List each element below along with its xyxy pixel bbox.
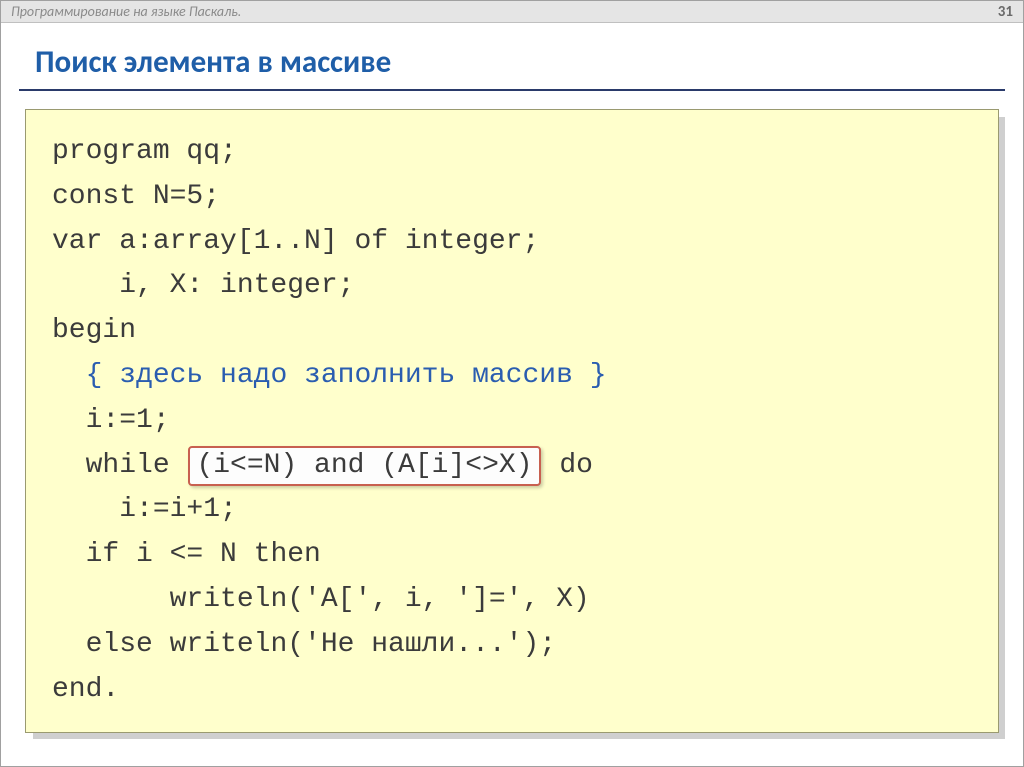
code-comment: { здесь надо заполнить массив } xyxy=(86,360,607,391)
code-line: do xyxy=(559,450,593,481)
code-line: if i <= N then xyxy=(86,539,321,570)
code-box: program qq; const N=5; var a:array[1..N]… xyxy=(25,109,999,733)
code-line: begin xyxy=(52,315,136,346)
code-line: i, X: integer; xyxy=(52,270,354,301)
code-line: var a:array[1..N] of integer; xyxy=(52,226,539,257)
course-title: Программирование на языке Паскаль. xyxy=(11,3,241,20)
page-number: 31 xyxy=(998,3,1013,21)
heading-rule xyxy=(19,89,1005,91)
code-line: writeln('A[', i, ']=', X) xyxy=(170,584,590,615)
code-line: end. xyxy=(52,674,119,705)
code-line: i:=1; xyxy=(86,405,170,436)
slide: Программирование на языке Паскаль. 31 По… xyxy=(0,0,1024,767)
code-line: else writeln('Не нашли...'); xyxy=(86,629,556,660)
code-line: const N=5; xyxy=(52,181,220,212)
slide-heading: Поиск элемента в массиве xyxy=(1,23,1023,89)
code-line: while xyxy=(86,450,170,481)
code-content: program qq; const N=5; var a:array[1..N]… xyxy=(25,109,999,733)
code-line: i:=i+1; xyxy=(119,494,237,525)
topbar: Программирование на языке Паскаль. 31 xyxy=(1,1,1023,23)
highlight-box: (i<=N) and (A[i]<>X) xyxy=(188,446,540,486)
code-line: program qq; xyxy=(52,136,237,167)
